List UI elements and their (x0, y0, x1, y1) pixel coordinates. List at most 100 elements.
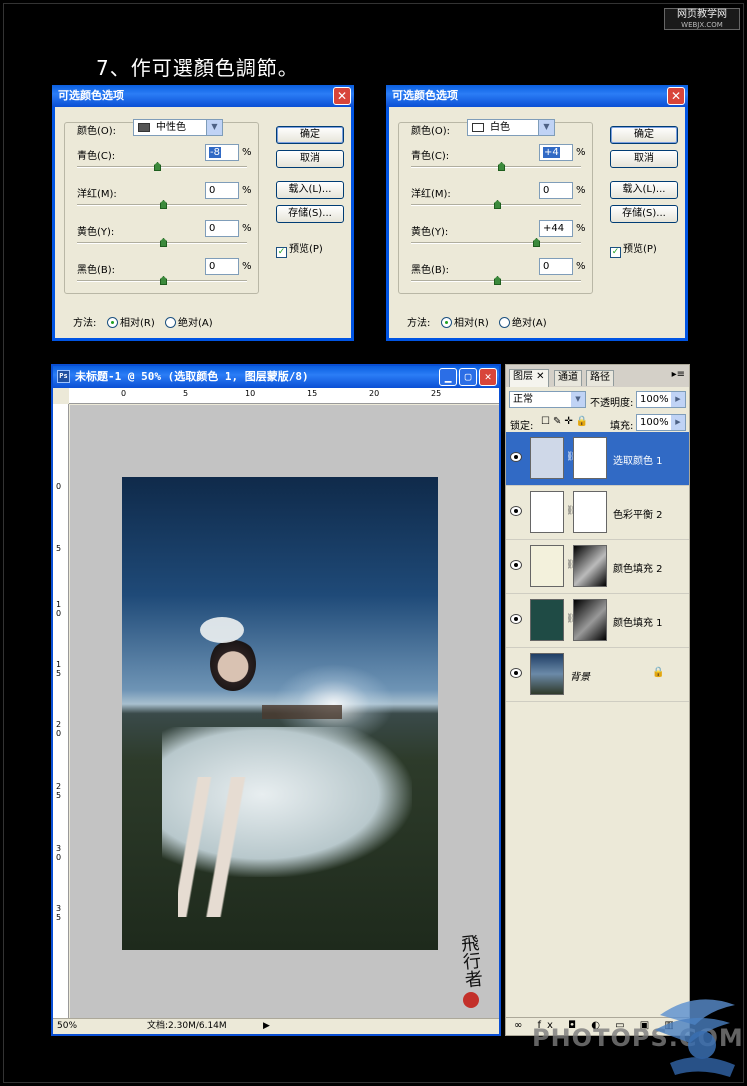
layer-mask-thumbnail[interactable] (573, 491, 607, 533)
chevron-right-icon[interactable]: ▶ (671, 415, 685, 430)
pct-label: % (242, 261, 252, 272)
head-shape (210, 637, 256, 691)
lock-label: 锁定: (510, 421, 534, 432)
colors-select[interactable]: 中性色 ▼ (133, 119, 223, 136)
ruler-tick: 5 (56, 544, 62, 553)
eye-icon[interactable] (510, 668, 522, 678)
vertical-ruler: 0 5 1 0 1 5 2 0 2 5 3 0 3 5 (53, 404, 69, 1018)
layer-mask-thumbnail[interactable] (573, 437, 607, 479)
legs-shape (178, 777, 248, 917)
method-absolute-radio[interactable]: 绝对(A) (165, 314, 213, 329)
chevron-down-icon[interactable]: ▼ (571, 392, 585, 407)
radio-icon (499, 317, 510, 328)
photoshop-icon: Ps (57, 370, 70, 383)
tab-layers[interactable]: 图层 ✕ (509, 369, 549, 387)
ruler-tick: 10 (245, 389, 256, 398)
load-button[interactable]: 载入(L)... (610, 181, 678, 199)
chevron-down-icon[interactable]: ▼ (206, 120, 222, 135)
zoom-level[interactable]: 50% (57, 1019, 77, 1033)
fill-input[interactable]: 100% ▶ (636, 414, 686, 431)
horizontal-ruler: 0 5 10 15 20 25 (69, 388, 499, 404)
magenta-input[interactable]: 0 (205, 182, 239, 199)
layer-row[interactable]: ⛓ 选取颜色 1 (506, 432, 689, 486)
method-absolute-radio[interactable]: 绝对(A) (499, 314, 547, 329)
colors-label: 颜色(O): (411, 126, 451, 137)
panel-menu-icon[interactable]: ▸≡ (672, 369, 685, 380)
slider-label-black: 黑色(B): (411, 265, 450, 276)
check-icon: ✓ (276, 247, 287, 258)
preview-checkbox[interactable]: ✓ 预览(P) (610, 240, 657, 258)
method-relative-radio[interactable]: 相对(R) (441, 314, 489, 329)
layer-name: 选取颜色 1 (613, 456, 663, 467)
black-input[interactable]: 0 (205, 258, 239, 275)
cyan-input[interactable]: -8 (205, 144, 239, 161)
status-arrow-icon[interactable]: ▶ (263, 1019, 270, 1033)
layer-name: 背景 (570, 672, 590, 683)
opacity-input[interactable]: 100% ▶ (636, 391, 686, 408)
radio-icon (165, 317, 176, 328)
radio-icon (107, 317, 118, 328)
yellow-input[interactable]: +44 (539, 220, 573, 237)
canvas-area[interactable]: 飛行者 (70, 405, 499, 1018)
cyan-slider-track[interactable] (411, 166, 581, 168)
cyan-input[interactable]: +4 (539, 144, 573, 161)
close-icon[interactable]: ✕ (479, 368, 497, 386)
check-icon: ✓ (610, 247, 621, 258)
layer-mask-thumbnail[interactable] (573, 599, 607, 641)
bride-photo[interactable] (122, 477, 438, 950)
slider-label-magenta: 洋红(M): (411, 189, 451, 200)
yellow-slider-track[interactable] (411, 242, 581, 244)
ok-button[interactable]: 确定 (610, 126, 678, 144)
close-icon[interactable]: ✕ (667, 87, 685, 105)
doc-size: 文档:2.30M/6.14M (147, 1021, 227, 1031)
pct-label: % (576, 223, 586, 234)
colors-select-value: 白色 (490, 122, 510, 133)
fill-color-swatch (530, 545, 564, 587)
load-button[interactable]: 载入(L)... (276, 181, 344, 199)
black-input[interactable]: 0 (539, 258, 573, 275)
layer-row[interactable]: ⛓ 色彩平衡 2 (506, 486, 689, 540)
pct-label: % (242, 185, 252, 196)
cancel-button[interactable]: 取消 (610, 150, 678, 168)
method-label: 方法: (73, 318, 97, 329)
lock-icons[interactable]: ☐✎✛🔒 (541, 416, 591, 427)
save-button[interactable]: 存储(S)... (276, 205, 344, 223)
close-icon[interactable]: ✕ (333, 87, 351, 105)
document-titlebar: Ps 未标题-1 @ 50% (选取颜色 1, 图层蒙版/8) ▁ ▢ ✕ (53, 366, 499, 388)
slider-label-cyan: 青色(C): (77, 151, 116, 162)
colors-select-value: 中性色 (156, 122, 186, 133)
method-relative-radio[interactable]: 相对(R) (107, 314, 155, 329)
layer-name: 色彩平衡 2 (613, 510, 663, 521)
tab-paths[interactable]: 路径 (586, 370, 614, 386)
maximize-icon[interactable]: ▢ (459, 368, 477, 386)
cancel-button[interactable]: 取消 (276, 150, 344, 168)
minimize-icon[interactable]: ▁ (439, 368, 457, 386)
colors-select[interactable]: 白色 ▼ (467, 119, 555, 136)
eye-icon[interactable] (510, 560, 522, 570)
chevron-down-icon[interactable]: ▼ (538, 120, 554, 135)
document-title: 未标题-1 @ 50% (选取颜色 1, 图层蒙版/8) (75, 370, 309, 383)
blend-mode-select[interactable]: 正常 ▼ (509, 391, 586, 408)
tab-channels[interactable]: 通道 (554, 370, 582, 386)
preview-checkbox[interactable]: ✓ 预览(P) (276, 240, 323, 258)
layer-row[interactable]: ⛓ 颜色填充 2 (506, 540, 689, 594)
dialog-title: 可选颜色选项 (392, 89, 458, 102)
save-button[interactable]: 存储(S)... (610, 205, 678, 223)
eye-icon[interactable] (510, 452, 522, 462)
magenta-input[interactable]: 0 (539, 182, 573, 199)
yellow-input[interactable]: 0 (205, 220, 239, 237)
eye-icon[interactable] (510, 614, 522, 624)
eye-icon[interactable] (510, 506, 522, 516)
ok-button[interactable]: 确定 (276, 126, 344, 144)
color-swatch (138, 123, 150, 132)
veil-shape (200, 617, 244, 643)
chevron-right-icon[interactable]: ▶ (671, 392, 685, 407)
ruler-tick: 3 5 (56, 904, 62, 922)
layer-row[interactable]: 背景 🔒 (506, 648, 689, 702)
layer-row[interactable]: ⛓ 颜色填充 1 (506, 594, 689, 648)
ruler-tick: 1 5 (56, 660, 62, 678)
layer-mask-thumbnail[interactable] (573, 545, 607, 587)
slider-label-magenta: 洋红(M): (77, 189, 117, 200)
cyan-slider-track[interactable] (77, 166, 247, 168)
watermark-logo-icon (655, 999, 735, 1077)
